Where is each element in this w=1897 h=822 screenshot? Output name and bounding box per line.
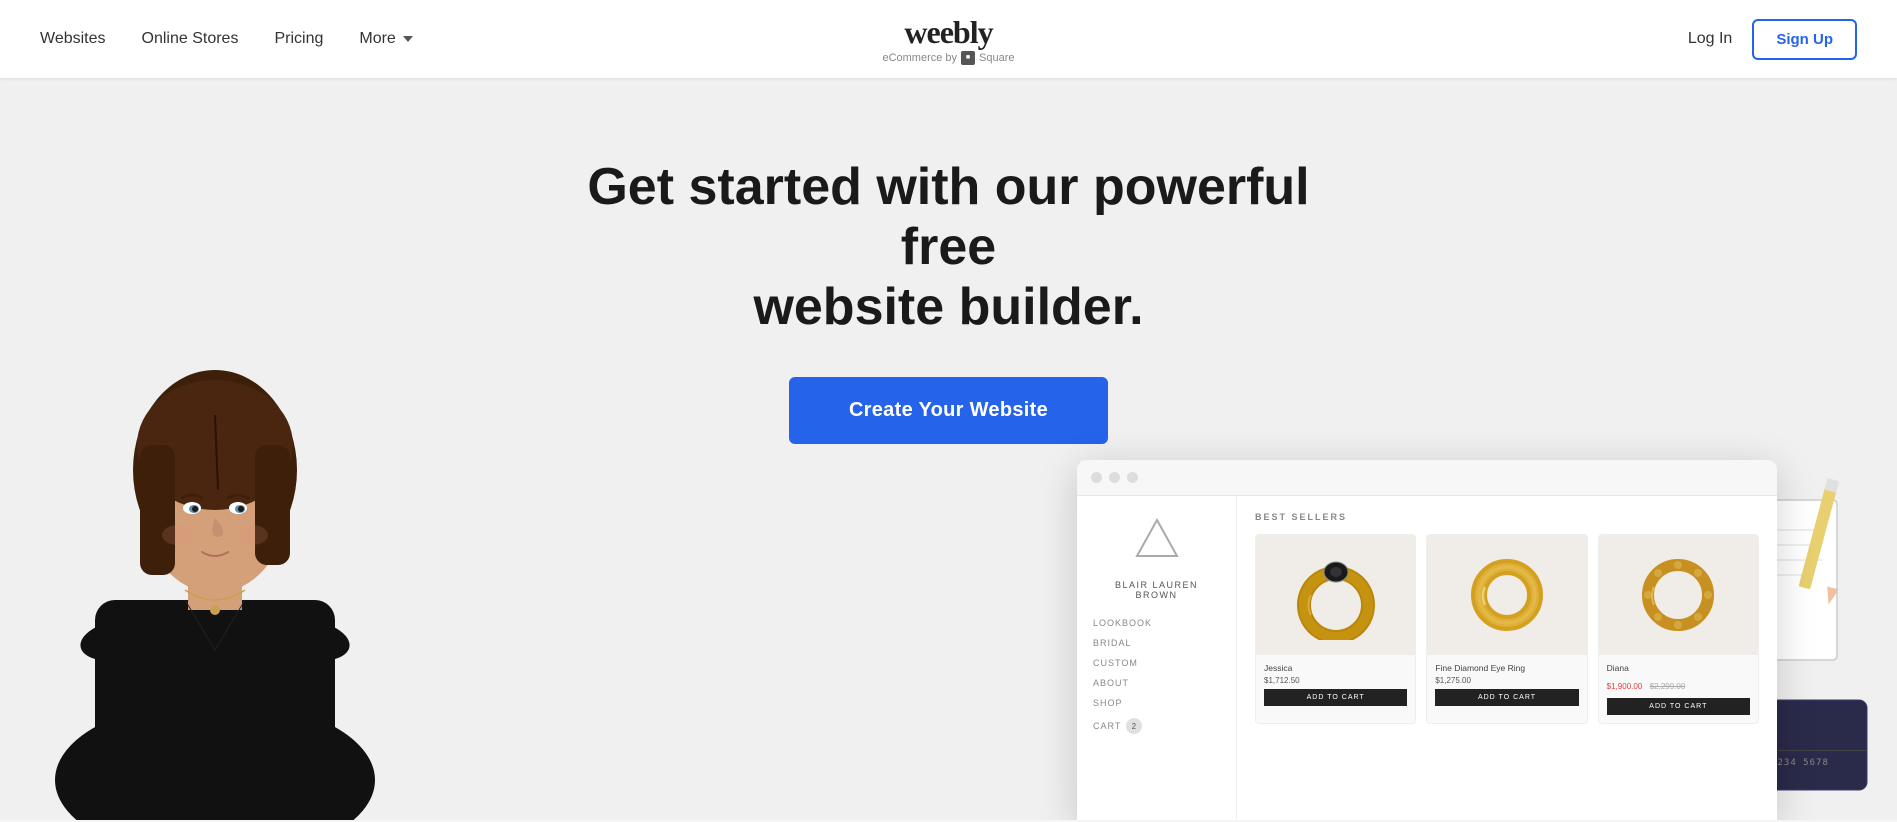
product-info-diamond: Fine Diamond Eye Ring $1,275.00 ADD TO C… [1427, 655, 1586, 714]
hero-headline: Get started with our powerful free websi… [539, 158, 1359, 337]
ring-jessica-icon [1296, 550, 1376, 640]
nav-pricing[interactable]: Pricing [274, 30, 323, 48]
product-price-jessica: $1,712.50 [1264, 676, 1407, 685]
product-name-jessica: Jessica [1264, 663, 1407, 673]
hero-section: Get started with our powerful free websi… [0, 78, 1897, 820]
nav-more-label: More [359, 30, 395, 48]
nav-websites[interactable]: Websites [40, 30, 106, 48]
nav-right: Log In Sign Up [1688, 19, 1857, 60]
browser-content: BLAIR LAUREN BROWN LOOKBOOK BRIDAL CUSTO… [1077, 496, 1777, 820]
ring-diana-icon [1636, 553, 1720, 637]
browser-sidebar: BLAIR LAUREN BROWN LOOKBOOK BRIDAL CUSTO… [1077, 496, 1237, 820]
ring-diamond-icon [1467, 555, 1547, 635]
products-grid: Jessica $1,712.50 ADD TO CART [1255, 534, 1759, 724]
browser-mockup: BLAIR LAUREN BROWN LOOKBOOK BRIDAL CUSTO… [1077, 460, 1777, 820]
product-image-diamond [1427, 535, 1586, 655]
product-image-diana [1599, 535, 1758, 655]
add-to-cart-diana[interactable]: ADD TO CART [1607, 698, 1750, 715]
logo[interactable]: weebly eCommerce by ■ Square [882, 13, 1014, 65]
product-price-original-diana: $2,299.00 [1650, 682, 1686, 691]
nav-more-dropdown[interactable]: More [359, 30, 412, 48]
sidebar-nav-bridal: BRIDAL [1093, 638, 1220, 648]
cart-item: CART 2 [1093, 718, 1220, 734]
product-image-jessica [1256, 535, 1415, 655]
store-logo-icon [1135, 516, 1179, 560]
login-link[interactable]: Log In [1688, 30, 1732, 48]
product-name-diamond: Fine Diamond Eye Ring [1435, 663, 1578, 673]
product-info-diana: Diana $1,900.00 $2,299.00 ADD TO CART [1599, 655, 1758, 723]
navbar: Websites Online Stores Pricing More weeb… [0, 0, 1897, 78]
store-name: BLAIR LAUREN BROWN [1093, 580, 1220, 600]
sidebar-nav-custom: CUSTOM [1093, 658, 1220, 668]
square-logo-icon: ■ [961, 51, 975, 65]
product-name-diana: Diana [1607, 663, 1750, 673]
product-info-jessica: Jessica $1,712.50 ADD TO CART [1256, 655, 1415, 714]
create-website-button[interactable]: Create Your Website [789, 377, 1108, 444]
nav-left: Websites Online Stores Pricing More [40, 30, 413, 48]
logo-wordmark: weebly [882, 13, 1014, 51]
browser-main: BEST SELLERS [1237, 496, 1777, 820]
browser-topbar [1077, 460, 1777, 496]
cart-label: CART [1093, 721, 1121, 731]
person-illustration [0, 240, 450, 820]
product-price-sale-diana: $1,900.00 [1607, 682, 1643, 691]
logo-subtitle: eCommerce by ■ Square [882, 51, 1014, 65]
sidebar-nav-shop: SHOP [1093, 698, 1220, 708]
add-to-cart-diamond[interactable]: ADD TO CART [1435, 689, 1578, 706]
browser-dot-2 [1109, 472, 1120, 483]
person-svg [0, 260, 430, 820]
sidebar-nav-about: ABOUT [1093, 678, 1220, 688]
browser-dot-3 [1127, 472, 1138, 483]
sidebar-nav-lookbook: LOOKBOOK [1093, 618, 1220, 628]
store-logo [1093, 516, 1220, 568]
browser-dot-1 [1091, 472, 1102, 483]
product-card-diamond: Fine Diamond Eye Ring $1,275.00 ADD TO C… [1426, 534, 1587, 724]
signup-button[interactable]: Sign Up [1752, 19, 1857, 60]
add-to-cart-jessica[interactable]: ADD TO CART [1264, 689, 1407, 706]
product-price-diana: $1,900.00 $2,299.00 [1607, 676, 1750, 694]
product-price-diamond: $1,275.00 [1435, 676, 1578, 685]
nav-online-stores[interactable]: Online Stores [142, 30, 239, 48]
bestsellers-title: BEST SELLERS [1255, 512, 1759, 522]
cart-badge: 2 [1126, 718, 1142, 734]
product-card-jessica: Jessica $1,712.50 ADD TO CART [1255, 534, 1416, 724]
chevron-down-icon [403, 36, 413, 42]
product-card-diana: Diana $1,900.00 $2,299.00 ADD TO CART [1598, 534, 1759, 724]
